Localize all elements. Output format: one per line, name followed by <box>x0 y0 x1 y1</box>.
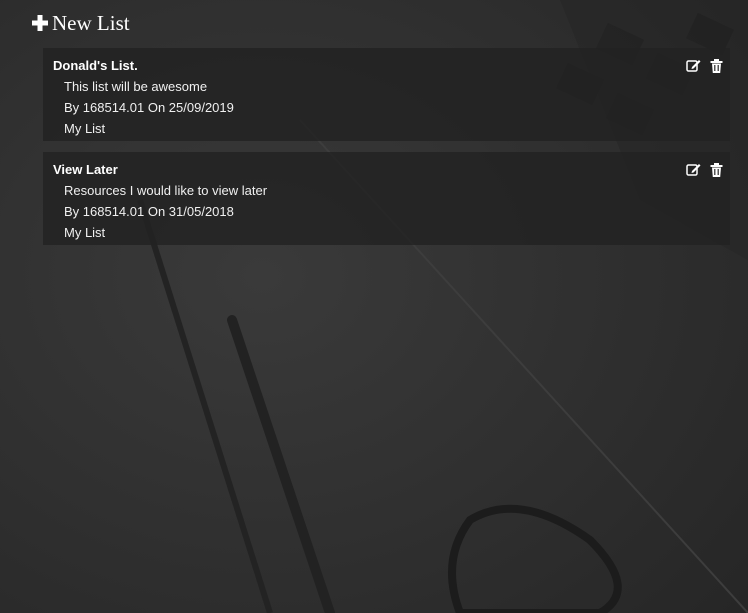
list-actions <box>686 59 724 73</box>
new-list-button[interactable]: New List <box>32 10 130 36</box>
new-list-label: New List <box>52 10 130 35</box>
edit-icon <box>686 164 701 176</box>
list-actions <box>686 163 724 177</box>
list-collection: Donald's List. This list will be awesome… <box>43 48 730 256</box>
list-title[interactable]: View Later <box>53 162 720 178</box>
list-card: View Later Resources I would like to vie… <box>43 152 730 245</box>
delete-list-button[interactable] <box>709 163 724 177</box>
plus-icon <box>32 15 48 31</box>
trash-icon <box>710 59 723 73</box>
list-description: This list will be awesome <box>64 79 208 94</box>
list-byline: By 168514.01 On 31/05/2018 <box>64 204 234 219</box>
edit-icon <box>686 60 701 72</box>
list-byline: By 168514.01 On 25/09/2019 <box>64 100 234 115</box>
list-owner-label: My List <box>64 225 106 240</box>
delete-list-button[interactable] <box>709 59 724 73</box>
edit-list-button[interactable] <box>686 59 701 73</box>
edit-list-button[interactable] <box>686 163 701 177</box>
list-title[interactable]: Donald's List. <box>53 58 720 74</box>
list-owner-label: My List <box>64 121 106 136</box>
list-description: Resources I would like to view later <box>64 183 268 198</box>
list-card: Donald's List. This list will be awesome… <box>43 48 730 141</box>
trash-icon <box>710 163 723 177</box>
